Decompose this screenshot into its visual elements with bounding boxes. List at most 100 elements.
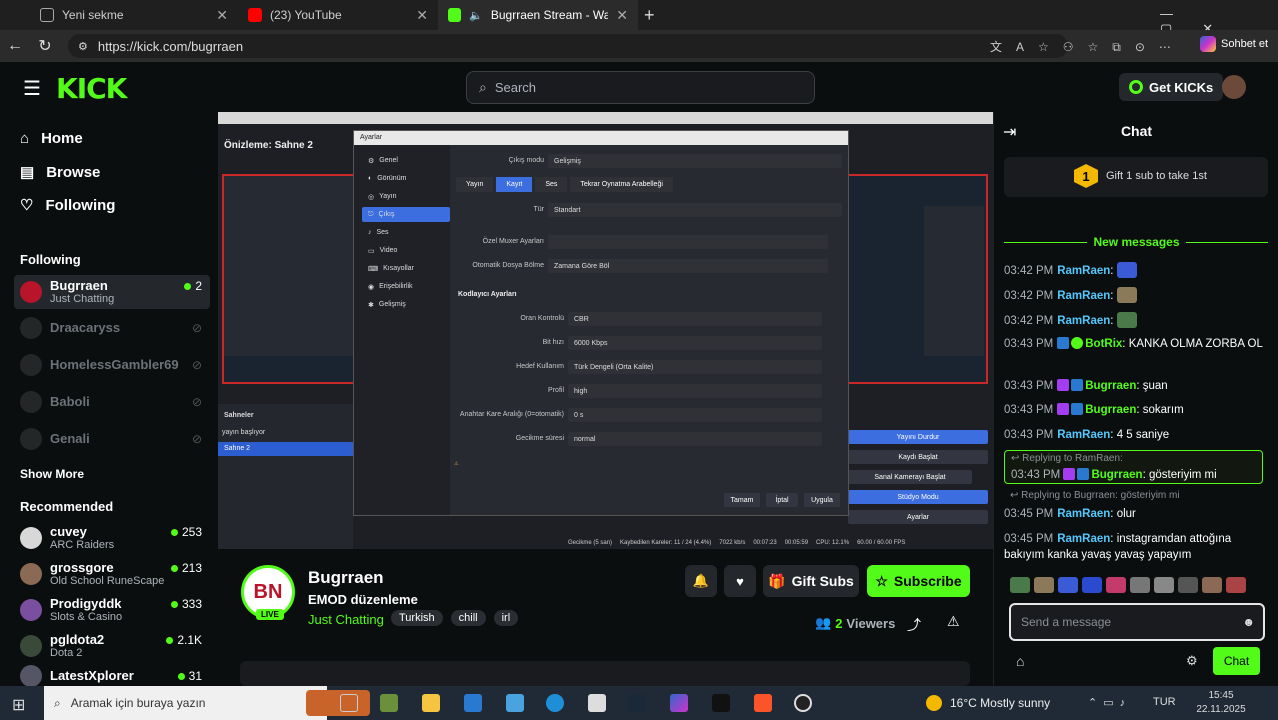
close-icon[interactable]: ✕	[216, 7, 228, 24]
menu-output[interactable]: ⎋ Çıkış	[362, 207, 450, 222]
chat-message[interactable]: 03:42 PM RamRaen:	[1004, 287, 1266, 304]
msg-user[interactable]: RamRaen	[1057, 508, 1110, 520]
task-view-icon[interactable]	[340, 694, 358, 712]
chat-message[interactable]: 03:43 PM BotRix: KANKA OLMA ZORBA OL	[1004, 336, 1266, 352]
msg-user[interactable]: RamRaen	[1057, 265, 1110, 277]
preset-select[interactable]: Türk Dengeli (Orta Kalite)	[568, 360, 822, 374]
msg-user[interactable]: RamRaen	[1057, 533, 1110, 545]
msg-user[interactable]: BotRix	[1085, 338, 1122, 350]
bitrate-input[interactable]: 6000 Kbps	[568, 336, 822, 350]
msg-user[interactable]: Bugrraen	[1085, 404, 1136, 416]
copilot-taskbar-icon[interactable]	[670, 694, 688, 712]
emote-icon[interactable]	[1202, 577, 1222, 593]
muxer-field[interactable]	[548, 235, 828, 249]
ok-button[interactable]: Tamam	[724, 493, 760, 507]
store-icon[interactable]: ⌂	[1016, 653, 1024, 669]
sidebar-channel-genali[interactable]: Genali ⊘	[14, 422, 210, 456]
mail-icon[interactable]	[464, 694, 482, 712]
new-tab-plus-icon[interactable]: +	[644, 5, 655, 26]
minecraft-icon[interactable]	[380, 694, 398, 712]
streamer-name[interactable]: Bugrraen	[308, 568, 384, 588]
taskbar-date[interactable]: 22.11.2025	[1184, 704, 1258, 715]
kick-logo[interactable]: KICK	[56, 72, 127, 105]
close-icon[interactable]: ✕	[616, 7, 628, 24]
sidebar-channel-pgldota2[interactable]: pgldota2 Dota 2 2.1K	[14, 629, 210, 663]
hamburger-menu-icon[interactable]: ☰	[23, 76, 41, 101]
profile-select[interactable]: high	[568, 384, 822, 398]
menu-general[interactable]: ⚙ Genel	[362, 153, 450, 168]
get-kicks-button[interactable]: Get KICKs	[1119, 73, 1224, 101]
chat-message[interactable]: 03:43 PM RamRaen: 4 5 saniye	[1004, 427, 1266, 443]
video-player[interactable]: Önizleme: Sahne 2 Sahneler yayın başlıyo…	[218, 112, 993, 549]
tab-youtube[interactable]: (23) YouTube ✕	[238, 0, 438, 30]
start-recording-button[interactable]: Kaydı Başlat	[848, 450, 988, 464]
report-warning-icon[interactable]: ⚠	[947, 613, 960, 630]
msg-user[interactable]: RamRaen	[1057, 315, 1110, 327]
msg-user[interactable]: RamRaen	[1057, 290, 1110, 302]
msg-user[interactable]: Bugrraen	[1085, 380, 1136, 392]
cancel-button[interactable]: İptal	[766, 493, 798, 507]
keyframe-input[interactable]: 0 s	[568, 408, 822, 422]
subscribe-button[interactable]: ☆ Subscribe	[867, 565, 970, 597]
highlighted-reply[interactable]: ↩ Replying to RamRaen: 03:43 PM Bugrraen…	[1004, 450, 1263, 484]
stop-stream-button[interactable]: Yayını Durdur	[848, 430, 988, 444]
brave-icon[interactable]	[754, 694, 772, 712]
latency-select[interactable]: normal	[568, 432, 822, 446]
sidebar-channel-baboli[interactable]: Baboli ⊘	[14, 385, 210, 419]
sidebar-channel-draacaryss[interactable]: Draacaryss ⊘	[14, 311, 210, 345]
tab-new-tab[interactable]: Yeni sekme ✕	[30, 0, 238, 30]
send-chat-button[interactable]: Chat	[1213, 647, 1260, 675]
chat-message[interactable]: 03:43 PM Bugrraen: şuan	[1004, 378, 1266, 394]
type-select[interactable]: Standart	[548, 203, 842, 217]
share-icon[interactable]: ⤴	[907, 615, 921, 635]
chat-settings-gear-icon[interactable]: ⚙	[1186, 653, 1198, 669]
steam-icon[interactable]	[628, 694, 646, 712]
virtual-camera-button[interactable]: Sanal Kamerayı Başlat	[848, 470, 972, 484]
photos-icon[interactable]	[588, 694, 606, 712]
msg-user[interactable]: RamRaen	[1057, 429, 1110, 441]
emote-icon[interactable]	[1058, 577, 1078, 593]
menu-audio[interactable]: ♪ Ses	[362, 225, 450, 240]
obs-icon[interactable]	[794, 694, 812, 712]
language-indicator[interactable]: TUR	[1153, 696, 1176, 708]
emote-icon[interactable]	[1130, 577, 1150, 593]
tab-kick[interactable]: 🔈 Bugrraen Stream - Watch Live on KICK ✕	[438, 0, 638, 30]
edge-icon[interactable]	[546, 694, 564, 712]
chat-message[interactable]: 03:45 PM RamRaen: olur	[1004, 506, 1266, 522]
studio-mode-button[interactable]: Stüdyo Modu	[848, 490, 988, 504]
tab-ses[interactable]: Ses	[535, 177, 568, 192]
gift-leaderboard-banner[interactable]: 1 Gift 1 sub to take 1st	[1004, 157, 1268, 197]
url-field[interactable]: ⚙ https://kick.com/bugrraen	[68, 34, 1068, 58]
sidebar-channel-prodigyddk[interactable]: Prodigyddk Slots & Casino 333	[14, 593, 210, 627]
toolbar-icons[interactable]: 文A☆⚇☆⧉⊙⋯	[990, 38, 1185, 55]
back-arrow-icon[interactable]: ←	[0, 37, 30, 55]
nav-browse[interactable]: ▤ Browse	[20, 163, 100, 182]
category-link[interactable]: Just Chatting	[308, 612, 384, 627]
tab-kayit[interactable]: Kayıt	[496, 177, 533, 192]
copilot-button[interactable]: Sohbet et	[1200, 36, 1268, 52]
reload-icon[interactable]: ↻	[30, 36, 60, 56]
tray-icons[interactable]: ⌃▭♪	[1088, 696, 1131, 709]
tag-chip[interactable]: Turkish	[391, 610, 443, 626]
chat-message[interactable]: 03:43 PM Bugrraen: sokarım	[1004, 402, 1266, 418]
split-select[interactable]: Zamana Göre Böl	[548, 259, 828, 273]
close-icon[interactable]: ✕	[416, 7, 428, 24]
chat-message-input[interactable]: Send a message ☻	[1009, 603, 1265, 641]
emote-icon[interactable]	[1106, 577, 1126, 593]
nav-home[interactable]: ⌂ Home	[20, 130, 83, 147]
menu-appearance[interactable]: ◐ Görünüm	[362, 171, 450, 186]
sidebar-channel-homelessgambler69[interactable]: HomelessGambler69 ⊘	[14, 348, 210, 382]
scene-item[interactable]: yayın başlıyor	[222, 429, 265, 436]
obs-settings-button[interactable]: Ayarlar	[848, 510, 988, 524]
vscode-icon[interactable]	[506, 694, 524, 712]
tab-replay-buffer[interactable]: Tekrar Oynatma Arabelleği	[570, 177, 673, 192]
sidebar-channel-cuvey[interactable]: cuvey ARC Raiders 253	[14, 521, 210, 555]
follow-heart-button[interactable]: ♥	[724, 565, 756, 597]
user-avatar[interactable]	[1222, 75, 1246, 99]
tag-chip[interactable]: chill	[450, 610, 486, 626]
menu-stream[interactable]: ◎ Yayın	[362, 189, 450, 204]
weather-widget[interactable]: 16°C Mostly sunny	[926, 695, 1050, 711]
menu-video[interactable]: ▭ Video	[362, 243, 450, 258]
windows-start-icon[interactable]: ⊞	[12, 695, 25, 715]
output-mode-select[interactable]: Gelişmiş	[548, 154, 842, 168]
